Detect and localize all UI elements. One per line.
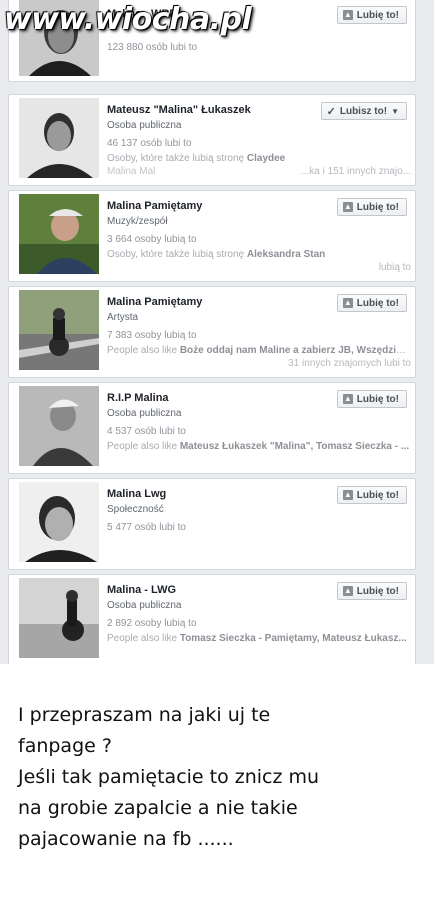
thumbs-up-icon: ▲ — [342, 490, 353, 500]
like-button-label: Lubię to! — [356, 9, 399, 21]
people-also-like: Osoby, które także lubią stronę Claydee — [107, 153, 286, 164]
page-category: Osoba publiczna — [107, 120, 182, 131]
page-result-card[interactable]: Malina Lwg Społeczność 5 477 osób lubi t… — [8, 478, 416, 570]
page-result-card[interactable]: Malina Pamiętamy Artysta 7 383 osoby lub… — [8, 286, 416, 378]
page-thumbnail[interactable] — [19, 386, 99, 466]
friends-note-left: Malina Mal — [107, 166, 156, 177]
page-name[interactable]: Malina Pamiętamy — [107, 200, 202, 212]
chevron-down-icon: ▼ — [391, 106, 399, 116]
like-button-label: Lubię to! — [356, 201, 399, 213]
page-thumbnail[interactable] — [19, 98, 99, 178]
like-button-label: Lubię to! — [356, 393, 399, 405]
like-button[interactable]: ▲ Lubię to! — [336, 390, 407, 408]
friends-note: 31 innych znajomych lubi to — [288, 358, 411, 369]
people-also-like: People also like Tomasz Sieczka - Pamięt… — [107, 633, 407, 644]
people-also-like: People also like Mateusz Łukaszek "Malin… — [107, 441, 410, 452]
page-name[interactable]: R.I.P Malina — [107, 392, 169, 404]
like-button[interactable]: ▲ Lubię to! — [336, 486, 407, 504]
thumbs-up-icon: ▲ — [342, 10, 353, 20]
page-thumbnail[interactable] — [19, 194, 99, 274]
checkmark-icon: ✓ — [326, 105, 336, 118]
page-category: Społeczność — [107, 504, 164, 515]
caption-line: Jeśli tak pamiętacie to znicz mu — [18, 766, 320, 788]
friends-note: lubią to — [378, 262, 411, 273]
page-result-card[interactable]: Mateusz "Malina" Łukaszek Osoba publiczn… — [8, 94, 416, 186]
thumbs-up-icon: ▲ — [342, 586, 353, 596]
likes-count: 2 892 osoby lubią to — [107, 618, 197, 629]
page-category: Artysta — [107, 312, 139, 323]
liked-button-label: Lubisz to! — [339, 105, 388, 117]
caption-line: fanpage ? — [18, 735, 112, 757]
thumbs-up-icon: ▲ — [342, 298, 353, 308]
page-name[interactable]: Malina Pamiętamy — [107, 296, 202, 308]
page-name[interactable]: Malina - LWG — [107, 584, 176, 596]
likes-count: 7 383 osoby lubią to — [107, 330, 197, 341]
page-category: Muzyk/zespół — [107, 216, 168, 227]
page-thumbnail[interactable] — [19, 578, 99, 658]
like-button[interactable]: ▲ Lubię to! — [336, 6, 407, 24]
likes-count: 123 880 osób lubi to — [107, 42, 198, 53]
people-also-like: Osoby, które także lubią stronę Aleksand… — [107, 249, 326, 260]
page-result-card[interactable]: Malina - LWG Osoba publiczna 2 892 osoby… — [8, 574, 416, 664]
thumbs-up-icon: ▲ — [342, 202, 353, 212]
thumbs-up-icon: ▲ — [342, 394, 353, 404]
like-button[interactable]: ▲ Lubię to! — [336, 294, 407, 312]
likes-count: 5 477 osób lubi to — [107, 522, 186, 533]
people-also-like: People also like Boże oddaj nam Maline a… — [107, 345, 410, 356]
likes-count: 3 664 osoby lubią to — [107, 234, 197, 245]
likes-count: 4 537 osób lubi to — [107, 426, 186, 437]
caption-text: I przepraszam na jaki uj te fanpage ? Je… — [18, 700, 428, 855]
page-thumbnail[interactable] — [19, 290, 99, 370]
like-button[interactable]: ▲ Lubię to! — [336, 582, 407, 600]
page-category: Osoba publiczna — [107, 408, 182, 419]
page-category: Osoba publiczna — [107, 600, 182, 611]
facebook-pages-screenshot: www.wiocha.pl Malina - WRP 123 880 osób … — [0, 0, 434, 664]
likes-count: 46 137 osób lubi to — [107, 138, 192, 149]
page-name[interactable]: Malina Lwg — [107, 488, 166, 500]
page-result-card[interactable]: Malina Pamiętamy Muzyk/zespół 3 664 osob… — [8, 190, 416, 282]
caption-line: pajacowanie na fb ...... — [18, 828, 234, 850]
like-button-label: Lubię to! — [356, 489, 399, 501]
caption-line: na grobie zapalcie a nie takie — [18, 797, 298, 819]
liked-button[interactable]: ✓ Lubisz to! ▼ — [320, 102, 407, 120]
like-button-label: Lubię to! — [356, 297, 399, 309]
page-thumbnail[interactable] — [19, 482, 99, 562]
caption-line: I przepraszam na jaki uj te — [18, 704, 271, 726]
friends-note: ...ka i 151 innych znajo... — [300, 166, 411, 177]
like-button-label: Lubię to! — [356, 585, 399, 597]
page-result-card[interactable]: R.I.P Malina Osoba publiczna 4 537 osób … — [8, 382, 416, 474]
watermark: www.wiocha.pl — [4, 2, 252, 37]
like-button[interactable]: ▲ Lubię to! — [336, 198, 407, 216]
page-name[interactable]: Mateusz "Malina" Łukaszek — [107, 104, 251, 116]
